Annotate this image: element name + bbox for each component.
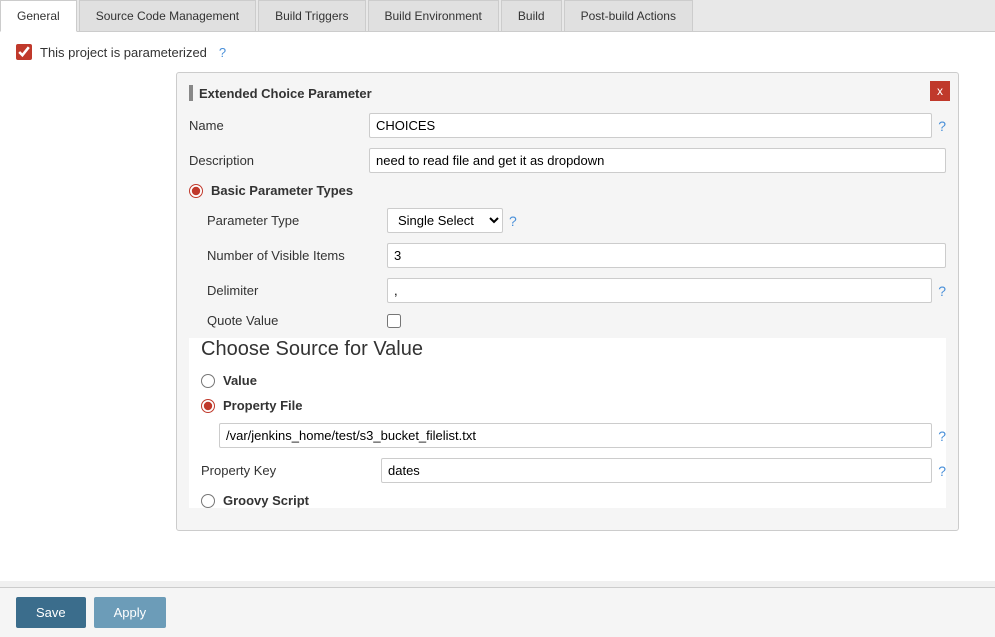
quote-value-checkbox[interactable] (387, 314, 401, 328)
property-file-radio-row: Property File (201, 398, 946, 413)
param-type-select[interactable]: Single Select Multi Select Check Boxes R… (387, 208, 503, 233)
value-radio-row: Value (201, 373, 946, 388)
apply-button[interactable]: Apply (94, 597, 167, 628)
property-key-input[interactable] (381, 458, 932, 483)
name-row: Name ? (189, 113, 946, 138)
parameterized-row: This project is parameterized ? (16, 44, 979, 60)
parameterized-label: This project is parameterized (40, 45, 207, 60)
visible-items-label: Number of Visible Items (207, 248, 387, 263)
property-file-radio[interactable] (201, 399, 215, 413)
delimiter-row: Delimiter ? (207, 278, 946, 303)
name-input[interactable] (369, 113, 932, 138)
property-key-label: Property Key (201, 463, 381, 478)
param-type-row: Parameter Type Single Select Multi Selec… (207, 208, 946, 233)
groovy-radio-label: Groovy Script (223, 493, 309, 508)
quote-value-label: Quote Value (207, 313, 387, 328)
param-type-help-icon[interactable]: ? (509, 213, 517, 229)
tab-bar: General Source Code Management Build Tri… (0, 0, 995, 32)
parameterized-help-icon[interactable]: ? (219, 45, 226, 60)
quote-value-row: Quote Value (207, 313, 946, 328)
bottom-bar: Save Apply (0, 587, 995, 637)
delimiter-label: Delimiter (207, 283, 387, 298)
choose-source-heading: Choose Source for Value (201, 338, 946, 361)
indented-section: Parameter Type Single Select Multi Selec… (207, 208, 946, 328)
main-content: This project is parameterized ? x Extend… (0, 32, 995, 581)
groovy-radio[interactable] (201, 494, 215, 508)
property-file-path-input[interactable] (219, 423, 932, 448)
value-radio[interactable] (201, 374, 215, 388)
basic-param-radio-row: Basic Parameter Types (189, 183, 946, 198)
name-help-icon[interactable]: ? (938, 118, 946, 134)
tab-build-env[interactable]: Build Environment (368, 0, 499, 31)
description-label: Description (189, 153, 369, 168)
property-file-path-help-icon[interactable]: ? (938, 428, 946, 444)
property-key-row: Property Key ? (201, 458, 946, 483)
description-row: Description (189, 148, 946, 173)
ecp-box: x Extended Choice Parameter Name ? Descr… (176, 72, 959, 531)
visible-items-input[interactable] (387, 243, 946, 268)
visible-items-row: Number of Visible Items (207, 243, 946, 268)
tab-build-triggers[interactable]: Build Triggers (258, 0, 365, 31)
delimiter-help-icon[interactable]: ? (938, 283, 946, 299)
tab-scm[interactable]: Source Code Management (79, 0, 256, 31)
save-button[interactable]: Save (16, 597, 86, 628)
param-type-label: Parameter Type (207, 213, 387, 228)
ecp-title: Extended Choice Parameter (199, 86, 372, 101)
section-bar-line (189, 85, 193, 101)
tab-build[interactable]: Build (501, 0, 562, 31)
parameterized-checkbox[interactable] (16, 44, 32, 60)
property-key-help-icon[interactable]: ? (938, 463, 946, 479)
name-label: Name (189, 118, 369, 133)
groovy-radio-row: Groovy Script (201, 493, 946, 508)
value-radio-label: Value (223, 373, 257, 388)
choose-source-section: Choose Source for Value Value Property F… (189, 338, 946, 508)
delimiter-input[interactable] (387, 278, 932, 303)
basic-param-radio[interactable] (189, 184, 203, 198)
tab-general[interactable]: General (0, 0, 77, 32)
ecp-close-button[interactable]: x (930, 81, 950, 101)
property-file-radio-label: Property File (223, 398, 302, 413)
property-file-path-row: ? (219, 423, 946, 448)
description-input[interactable] (369, 148, 946, 173)
tab-postbuild[interactable]: Post-build Actions (564, 0, 693, 31)
ecp-header: Extended Choice Parameter (189, 85, 946, 101)
basic-param-label: Basic Parameter Types (211, 183, 353, 198)
